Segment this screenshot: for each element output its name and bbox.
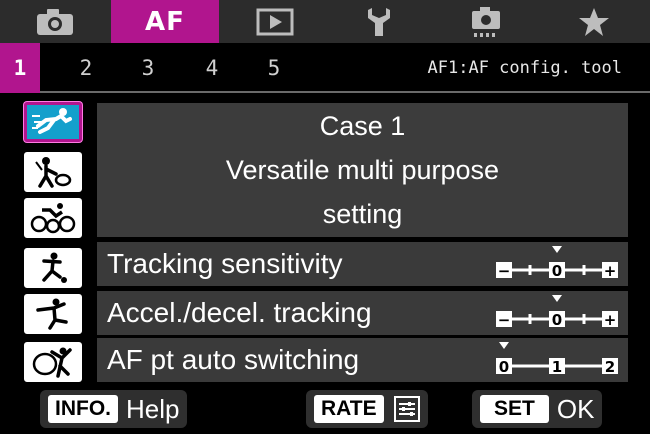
list-settings-icon xyxy=(393,396,420,422)
case-description-line-2: setting xyxy=(322,199,403,229)
skater-icon xyxy=(36,298,68,330)
scale-max-label: + xyxy=(604,311,617,329)
info-help-button[interactable]: INFO. Help xyxy=(40,390,188,428)
case-5-button[interactable] xyxy=(24,294,82,334)
tab-shooting[interactable] xyxy=(24,0,86,43)
param-label: Tracking sensitivity xyxy=(107,248,343,279)
tab-af[interactable]: AF xyxy=(111,0,219,43)
tab-playback[interactable] xyxy=(244,0,306,43)
case-3-button[interactable] xyxy=(24,198,82,238)
gymnast-icon xyxy=(32,347,72,378)
playback-icon xyxy=(256,8,294,35)
tab-setup[interactable] xyxy=(348,0,410,43)
page-3[interactable]: 3 xyxy=(130,43,166,93)
param-label: AF pt auto switching xyxy=(107,344,360,375)
scale-mid-label: 1 xyxy=(552,358,562,376)
case-4-button[interactable] xyxy=(24,248,82,288)
menu-title: AF1:AF config. tool xyxy=(427,58,622,78)
page-4[interactable]: 4 xyxy=(194,43,230,93)
scale-max-label: 2 xyxy=(605,358,615,376)
rate-button[interactable]: RATE xyxy=(306,390,428,428)
scale-min-label: 0 xyxy=(499,358,509,376)
camera-icon xyxy=(37,8,73,35)
ok-label: OK xyxy=(556,393,595,424)
param-row-accel-decel-tracking[interactable]: Accel./decel. tracking − 0 + xyxy=(97,291,628,335)
scale-mid-label: 0 xyxy=(552,311,562,329)
page-2[interactable]: 2 xyxy=(68,43,104,93)
tab-af-label: AF xyxy=(145,6,185,37)
scale-marker xyxy=(552,246,562,253)
tab-my-menu[interactable] xyxy=(563,0,625,43)
tracking-sensitivity-scale: − 0 + xyxy=(496,246,618,280)
camera-settings-icon xyxy=(472,6,500,37)
case-6-button[interactable] xyxy=(24,342,82,382)
runner-icon xyxy=(32,108,72,134)
case-2-button[interactable] xyxy=(24,152,82,192)
case-description: Case 1 Versatile multi purpose setting xyxy=(97,103,628,237)
param-row-tracking-sensitivity[interactable]: Tracking sensitivity − 0 + xyxy=(97,242,628,286)
set-ok-button[interactable]: SET OK xyxy=(472,390,603,428)
soccer-player-icon xyxy=(42,252,67,283)
scale-min-label: − xyxy=(498,262,511,280)
cyclists-icon xyxy=(30,203,76,234)
case-1-button[interactable] xyxy=(24,102,82,142)
scale-min-label: − xyxy=(498,311,511,329)
accel-decel-tracking-scale: − 0 + xyxy=(496,295,618,329)
scale-mid-label: 0 xyxy=(552,262,562,280)
page-5[interactable]: 5 xyxy=(256,43,292,93)
tab-custom-functions[interactable] xyxy=(455,0,517,43)
rate-key: RATE xyxy=(314,395,384,423)
wrench-icon xyxy=(368,7,390,36)
param-label: Accel./decel. tracking xyxy=(107,297,372,328)
case-title: Case 1 xyxy=(319,111,406,141)
set-key: SET xyxy=(480,395,549,423)
menu-tab-bar xyxy=(0,0,650,43)
page-1[interactable]: 1 xyxy=(0,43,40,93)
info-key: INFO. xyxy=(48,395,118,423)
param-row-af-pt-auto-switching[interactable]: AF pt auto switching 0 1 2 xyxy=(97,338,628,382)
tennis-player-icon xyxy=(35,157,72,188)
case-description-line-1: Versatile multi purpose xyxy=(225,155,500,185)
scale-marker xyxy=(552,295,562,302)
star-icon xyxy=(579,7,609,36)
scale-marker xyxy=(499,342,509,349)
help-label: Help xyxy=(126,393,180,424)
scale-max-label: + xyxy=(604,262,617,280)
af-pt-auto-switching-scale: 0 1 2 xyxy=(496,342,618,376)
